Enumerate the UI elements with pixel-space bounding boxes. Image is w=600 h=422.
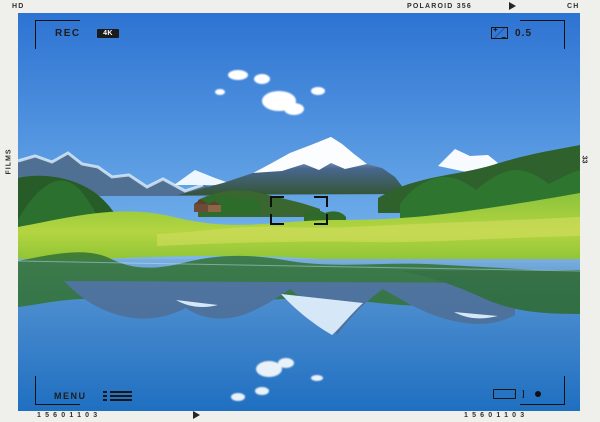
exposure-value: 0.5 xyxy=(515,28,533,39)
menu-label[interactable]: MENU xyxy=(54,392,87,401)
viewfinder-bottom-right-corner xyxy=(520,376,565,405)
exposure-compensation-icon[interactable] xyxy=(491,25,508,42)
video-camera-icon[interactable] xyxy=(493,389,524,401)
menu-list-dot-icon xyxy=(103,395,107,397)
film-top-right-label: CH xyxy=(567,3,580,10)
focus-bottom-right-corner xyxy=(314,214,328,225)
film-top-center-label: POLAROID 356 xyxy=(407,3,472,10)
play-arrow-icon xyxy=(509,2,516,10)
film-bottom-left-number: 15601103 xyxy=(37,412,102,419)
menu-list-dot-icon xyxy=(103,399,107,401)
record-status-dot xyxy=(535,391,541,397)
focus-top-left-corner xyxy=(270,196,284,207)
resolution-badge: 4K xyxy=(97,29,119,38)
play-arrow-icon xyxy=(193,411,200,419)
camera-body-icon xyxy=(493,389,516,399)
focus-bottom-left-corner xyxy=(270,214,284,225)
menu-list-line-icon xyxy=(110,391,132,393)
menu-list-icon[interactable] xyxy=(103,391,132,401)
film-bottom-right-number: 15601103 xyxy=(464,412,529,419)
film-side-right-label: 33 xyxy=(580,155,588,164)
film-top-left-label: HD xyxy=(12,3,25,10)
recording-label: REC xyxy=(55,28,81,39)
menu-list-line-icon xyxy=(110,395,132,397)
film-side-left-label: FILMS xyxy=(5,148,13,175)
camera-viewfinder-screen: HD POLAROID 356 CH FILMS 33 REC 4K + − 0… xyxy=(0,0,600,422)
focus-top-right-corner xyxy=(314,196,328,207)
autofocus-box xyxy=(270,196,328,225)
menu-list-dot-icon xyxy=(103,391,107,393)
menu-list-line-icon xyxy=(110,399,132,401)
